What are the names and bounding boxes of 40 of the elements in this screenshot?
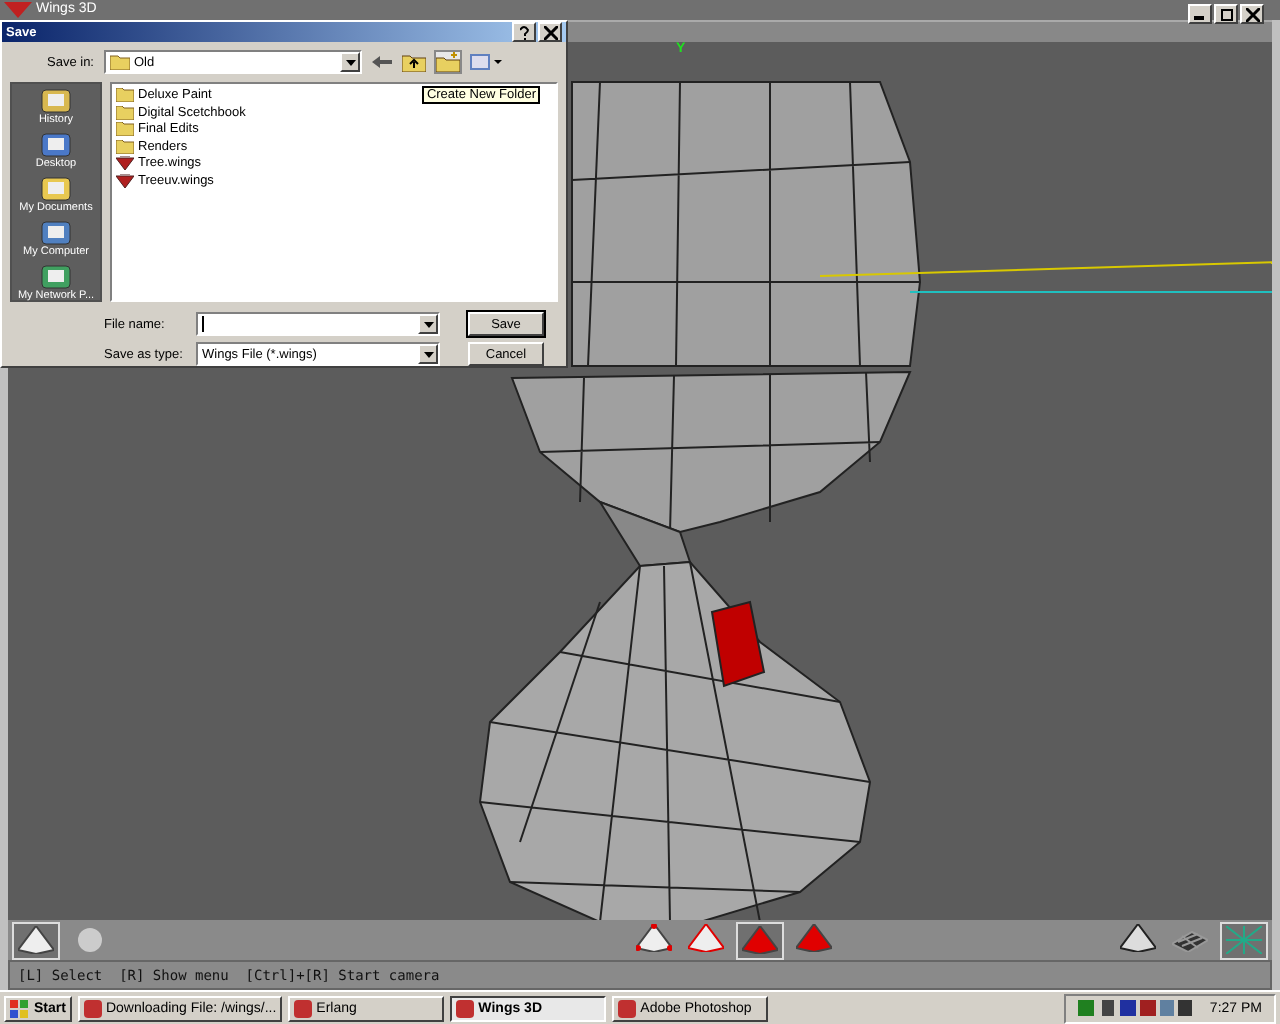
close-icon <box>543 25 557 39</box>
pyramid-icon <box>636 924 672 953</box>
close-icon <box>1245 7 1259 21</box>
network-icon <box>39 264 72 290</box>
desktop-icon <box>40 132 72 158</box>
windows-logo-icon <box>10 999 30 1018</box>
help-button[interactable] <box>512 22 536 42</box>
tray-icons[interactable] <box>1077 998 1194 1019</box>
app-icon <box>456 999 475 1018</box>
restore-icon <box>1219 7 1233 21</box>
vertex-mode-button[interactable] <box>632 921 676 956</box>
help-icon <box>519 25 529 39</box>
close-button[interactable] <box>538 22 562 42</box>
caret-icon <box>345 59 355 65</box>
up-folder-icon[interactable] <box>402 52 426 72</box>
close-button[interactable] <box>1240 4 1264 24</box>
shaded-mode-button[interactable] <box>12 921 60 960</box>
pyramid-icon <box>742 926 778 955</box>
sphere-icon <box>72 924 108 953</box>
axes-toggle-button[interactable] <box>1220 921 1268 960</box>
face-mode-button[interactable] <box>736 921 784 960</box>
documents-icon <box>40 176 72 202</box>
wings-file-icon <box>116 173 134 187</box>
back-arrow-icon[interactable] <box>372 54 392 70</box>
pyramid-icon <box>18 926 54 955</box>
view-menu-icon[interactable] <box>470 52 502 72</box>
app-icon <box>294 999 313 1018</box>
edge-mode-button[interactable] <box>684 921 728 956</box>
app-icon <box>83 999 102 1018</box>
wings-file-icon <box>116 156 134 170</box>
restore-button[interactable] <box>1214 4 1238 24</box>
app-icon <box>618 999 637 1018</box>
axes-icon <box>1226 926 1262 955</box>
new-folder-icon[interactable] <box>436 52 460 72</box>
file-name-field[interactable] <box>196 312 440 336</box>
caret-icon <box>423 321 433 327</box>
caret-icon <box>423 351 433 357</box>
computer-icon <box>39 220 72 246</box>
minimize-button[interactable] <box>1188 4 1212 24</box>
history-icon <box>40 88 72 114</box>
